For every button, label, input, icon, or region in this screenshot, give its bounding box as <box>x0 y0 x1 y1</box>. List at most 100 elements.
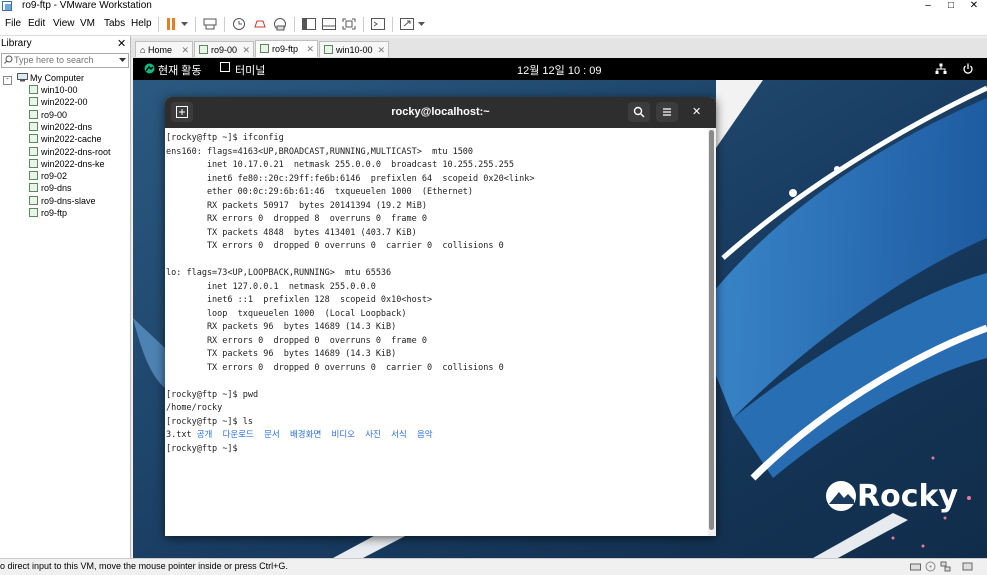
tree-item-label: win2022-dns-root <box>41 146 111 157</box>
hard-disk-icon[interactable] <box>910 561 921 572</box>
menu-help[interactable]: Help <box>131 17 152 31</box>
vm-display[interactable]: 현재 활동 터미널 12월 12일 10 : 09 Rocky rocky@lo… <box>133 58 987 558</box>
library-panel: Library ✕ - My Computer win10-00 win2022-… <box>0 36 131 558</box>
close-button[interactable]: ✕ <box>964 0 984 12</box>
collapse-icon[interactable]: - <box>3 76 12 85</box>
library-search-input[interactable] <box>14 54 114 65</box>
terminal-output[interactable]: [rocky@ftp ~]$ ifconfig ens160: flags=41… <box>165 128 708 536</box>
activities-button[interactable]: 현재 활동 <box>158 62 202 78</box>
menu-vm[interactable]: VM <box>80 17 95 31</box>
vm-icon <box>324 45 333 54</box>
terminal-line: TX packets 96 bytes 14689 (14.3 KiB) <box>166 349 397 359</box>
terminal-line: RX packets 50917 bytes 20141394 (19.2 Mi… <box>166 200 427 211</box>
vm-icon <box>29 97 38 107</box>
gnome-top-bar: 현재 활동 터미널 12월 12일 10 : 09 <box>133 58 987 80</box>
tree-item-vm[interactable]: win10-00 <box>29 85 78 96</box>
tab-win10-00[interactable]: win10-00 ✕ <box>319 41 389 57</box>
tree-item-vm[interactable]: ro9-dns <box>29 183 72 194</box>
full-screen-icon[interactable] <box>341 17 357 31</box>
terminal-scrollbar[interactable] <box>708 128 716 536</box>
terminal-line: /home/rocky <box>166 403 223 413</box>
ls-directories: 공개 다운로드 문서 배경화면 비디오 사진 서식 음악 <box>196 430 433 440</box>
usb-icon[interactable] <box>962 561 973 572</box>
send-keys-icon[interactable] <box>202 17 218 31</box>
vm-icon <box>29 158 38 168</box>
terminal-menu-button[interactable] <box>656 102 678 122</box>
toolbar-separator <box>158 17 159 32</box>
stretch-guest-icon[interactable] <box>399 17 415 31</box>
minimize-button[interactable]: – <box>918 0 938 12</box>
tree-item-vm[interactable]: ro9-ftp <box>29 208 67 219</box>
chevron-down-icon[interactable] <box>181 21 188 27</box>
terminal-line: lo: flags=73<UP,LOOPBACK,RUNNING> mtu 65… <box>166 268 392 278</box>
chevron-down-icon[interactable] <box>119 58 126 63</box>
tab-close-icon[interactable]: ✕ <box>377 42 385 58</box>
chevron-down-icon[interactable] <box>418 21 425 27</box>
tab-label: win10-00 <box>336 45 373 55</box>
toolbar-separator <box>224 17 225 32</box>
tab-label: ro9-00 <box>211 45 238 55</box>
tab-home[interactable]: ⌂ Home ✕ <box>135 41 193 57</box>
snapshot-manager-icon[interactable] <box>272 17 288 31</box>
terminal-line: ens160: flags=4163<UP,BROADCAST,RUNNING,… <box>166 146 474 157</box>
terminal-line: ether 00:0c:29:6b:61:46 txqueuelen 1000 … <box>166 187 474 197</box>
terminal-close-icon[interactable]: ✕ <box>692 105 701 118</box>
cd-icon[interactable] <box>925 561 936 572</box>
tree-item-vm[interactable]: win2022-00 <box>29 97 88 108</box>
tab-close-icon[interactable]: ✕ <box>181 42 189 58</box>
library-title: Library <box>1 38 32 49</box>
thumbnail-bar-icon[interactable] <box>321 17 337 31</box>
vm-icon <box>199 45 208 54</box>
power-icon[interactable] <box>962 63 974 75</box>
tree-item-label: win2022-dns-ke <box>41 158 105 169</box>
terminal-line: inet 10.17.0.21 netmask 255.0.0.0 broadc… <box>166 160 514 170</box>
vm-icon <box>29 183 38 193</box>
terminal-search-button[interactable] <box>628 102 650 122</box>
network-adapter-icon[interactable] <box>940 561 951 572</box>
vm-icon <box>29 171 38 181</box>
tree-root-my-computer[interactable]: - My Computer <box>3 73 84 85</box>
tree-item-vm[interactable]: win2022-cache <box>29 134 102 145</box>
menu-file[interactable]: File <box>5 17 21 31</box>
library-close-icon[interactable]: ✕ <box>117 37 126 50</box>
sidebar-toggle-icon[interactable] <box>301 17 317 31</box>
vm-icon <box>260 44 269 53</box>
tree-item-vm[interactable]: win2022-dns-root <box>29 146 111 158</box>
menu-tabs[interactable]: Tabs <box>104 17 125 31</box>
terminal-window[interactable]: rocky@localhost:~ ✕ [rocky@ftp ~]$ ifcon… <box>165 97 716 536</box>
tree-item-vm[interactable]: win2022-dns-ke <box>29 158 105 170</box>
vm-icon <box>29 134 38 144</box>
revert-snapshot-icon[interactable] <box>252 17 268 31</box>
network-icon[interactable] <box>935 63 947 75</box>
terminal-line: RX packets 96 bytes 14689 (14.3 KiB) <box>166 322 397 332</box>
search-icon <box>633 106 645 118</box>
console-view-icon[interactable] <box>370 17 386 31</box>
terminal-line: inet6 fe80::20c:29ff:fe6b:6146 prefixlen… <box>166 173 535 184</box>
terminal-line: TX packets 4848 bytes 413401 (403.7 KiB) <box>166 227 417 238</box>
tree-item-vm[interactable]: ro9-00 <box>29 109 67 121</box>
tree-item-vm[interactable]: win2022-dns <box>29 121 92 133</box>
menu-edit[interactable]: Edit <box>28 17 45 31</box>
window-title: ro9-ftp - VMware Workstation <box>22 0 152 11</box>
tree-item-label: win2022-cache <box>41 134 102 145</box>
app-menu[interactable]: 터미널 <box>235 62 265 78</box>
menu-view[interactable]: View <box>53 17 75 31</box>
pause-icon[interactable] <box>164 17 180 31</box>
tab-ro9-ftp[interactable]: ro9-ftp ✕ <box>255 40 318 57</box>
library-search[interactable] <box>1 53 129 68</box>
tree-item-vm[interactable]: ro9-dns-slave <box>29 195 96 207</box>
scrollbar-thumb[interactable] <box>709 130 714 530</box>
tab-close-icon[interactable]: ✕ <box>242 42 250 58</box>
snapshot-icon[interactable] <box>231 17 247 31</box>
menu-bar: File Edit View VM Tabs Help <box>0 13 987 36</box>
tab-close-icon[interactable]: ✕ <box>306 41 314 57</box>
tree-item-vm[interactable]: ro9-02 <box>29 171 67 182</box>
clock[interactable]: 12월 12일 10 : 09 <box>517 62 601 78</box>
vm-icon <box>29 85 38 94</box>
maximize-button[interactable]: □ <box>941 0 961 12</box>
tab-ro9-00[interactable]: ro9-00 ✕ <box>194 41 254 57</box>
vm-icon <box>29 195 38 205</box>
terminal-line: inet 127.0.0.1 netmask 255.0.0.0 <box>166 281 376 292</box>
ls-file: 3.txt <box>166 430 192 440</box>
home-icon: ⌂ <box>140 45 146 55</box>
